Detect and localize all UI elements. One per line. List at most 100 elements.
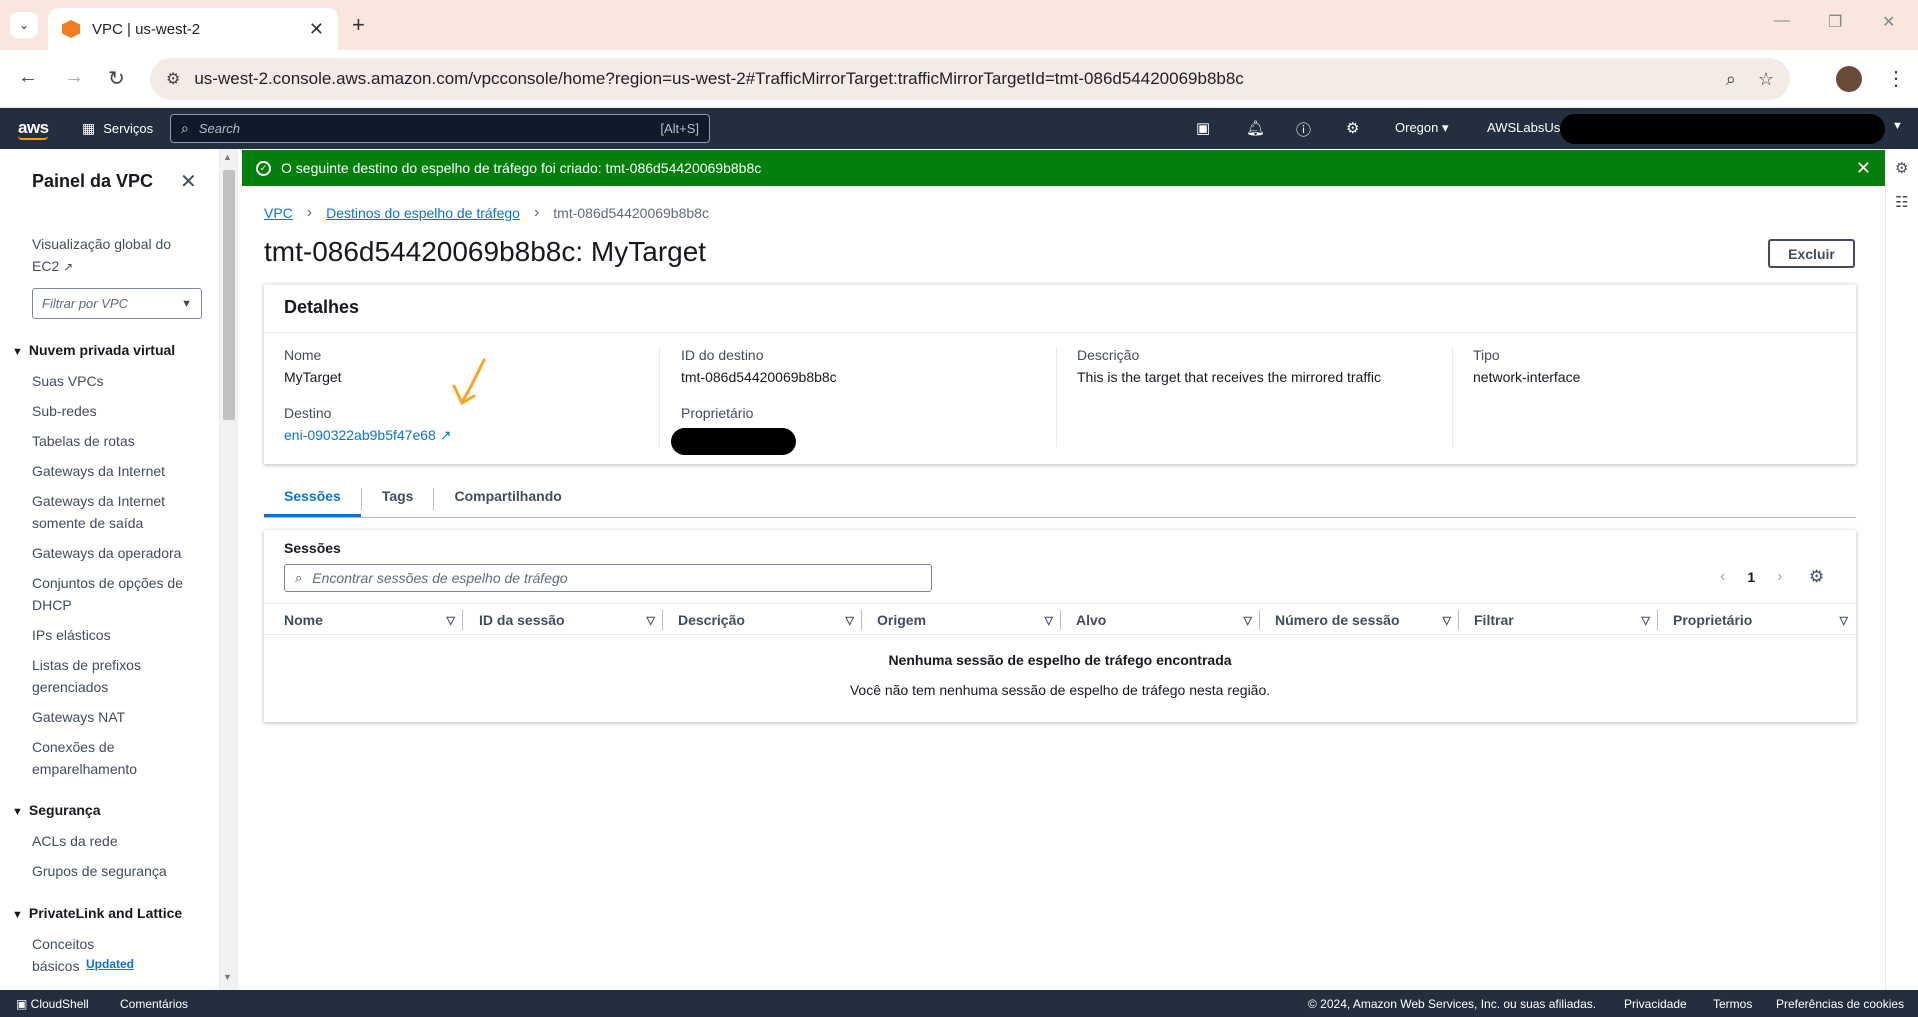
- section-security[interactable]: ▼ Segurança: [12, 802, 100, 818]
- site-info-icon[interactable]: ⚙: [166, 69, 180, 89]
- zoom-icon[interactable]: ⌕: [1726, 69, 1736, 90]
- destination-value: eni-090322ab9b5f47e68: [284, 427, 436, 443]
- sidebar-scroll-thumb[interactable]: [223, 170, 235, 420]
- privacy-link[interactable]: Privacidade: [1624, 997, 1687, 1011]
- next-page-icon[interactable]: ›: [1777, 568, 1782, 586]
- bell-icon[interactable]: 🔔︎: [1246, 119, 1265, 137]
- cloudshell-button[interactable]: ▣ CloudShell: [16, 997, 89, 1011]
- sidebar-item-vpcs[interactable]: Suas VPCs: [32, 370, 197, 392]
- scroll-up-icon[interactable]: ▲: [223, 152, 232, 162]
- feedback-icon[interactable]: ⚙: [1895, 159, 1908, 177]
- close-tab-icon[interactable]: ✕: [309, 19, 324, 40]
- column-divider: [1060, 610, 1061, 630]
- bookmark-star-icon[interactable]: ☆: [1758, 69, 1774, 90]
- close-window-icon[interactable]: ✕: [1882, 12, 1895, 32]
- caret-down-icon: ▼: [12, 909, 23, 921]
- sidebar-item-route-tables[interactable]: Tabelas de rotas: [32, 430, 197, 452]
- tutorial-icon[interactable]: ☷: [1895, 193, 1908, 211]
- column-header[interactable]: Filtrar ▽: [1474, 604, 1658, 636]
- copyright: © 2024, Amazon Web Services, Inc. ou sua…: [1308, 997, 1597, 1011]
- forward-icon[interactable]: →: [64, 66, 84, 89]
- details-header: Detalhes: [264, 285, 1856, 333]
- services-menu[interactable]: ▦ Serviços: [82, 120, 153, 137]
- sidebar-item-peering[interactable]: Conexões de emparelhamento: [32, 736, 197, 780]
- sidebar-item-nat-gateways[interactable]: Gateways NAT: [32, 706, 197, 728]
- dismiss-icon[interactable]: ✕: [1856, 158, 1871, 179]
- services-label: Serviços: [103, 121, 154, 136]
- tab-search-button[interactable]: ⌄: [10, 12, 38, 38]
- tab-sharing[interactable]: Compartilhando: [434, 480, 581, 517]
- browser-menu-icon[interactable]: ⋮: [1886, 66, 1906, 91]
- column-divider: [462, 610, 463, 630]
- sidebar-item-internet-gateways[interactable]: Gateways da Internet: [32, 460, 197, 482]
- column-header[interactable]: Alvo ▽: [1076, 604, 1260, 636]
- url-field[interactable]: ⚙ us-west-2.console.aws.amazon.com/vpcco…: [150, 58, 1790, 100]
- sidebar-item-carrier-gateways[interactable]: Gateways da operadora: [32, 542, 197, 564]
- target-id-value: tmt-086d54420069b8b8c: [681, 369, 837, 385]
- destination-link[interactable]: eni-090322ab9b5f47e68 ↗: [284, 427, 659, 444]
- empty-state-title: Nenhuma sessão de espelho de tráfego enc…: [888, 652, 1232, 668]
- table-settings-icon[interactable]: ⚙: [1809, 567, 1824, 587]
- column-header[interactable]: ID da sessão ▽: [479, 604, 663, 636]
- feedback-link[interactable]: Comentários: [120, 997, 188, 1011]
- restore-icon[interactable]: ❐: [1828, 12, 1842, 32]
- caret-down-icon: ▼: [181, 297, 192, 310]
- column-header[interactable]: Número de sessão ▽: [1275, 604, 1459, 636]
- minimize-icon[interactable]: —: [1774, 12, 1790, 30]
- new-tab-icon[interactable]: +: [352, 12, 365, 38]
- region-selector[interactable]: Oregon ▾: [1395, 120, 1449, 136]
- browser-tab[interactable]: VPC | us-west-2 ✕: [48, 8, 338, 50]
- cookie-preferences-link[interactable]: Preferências de cookies: [1776, 997, 1904, 1011]
- column-header[interactable]: Descrição ▽: [678, 604, 862, 636]
- gear-icon[interactable]: ⚙: [1346, 119, 1359, 137]
- sidebar-item-dhcp-options[interactable]: Conjuntos de opções de DHCP: [32, 572, 197, 616]
- scroll-down-icon[interactable]: ▼: [223, 972, 232, 982]
- prev-page-icon[interactable]: ‹: [1720, 568, 1725, 586]
- sidebar-item-prefix-lists[interactable]: Listas de prefixos gerenciados: [32, 654, 197, 698]
- section-vpc[interactable]: ▼ Nuvem privada virtual: [12, 342, 175, 358]
- column-divider: [1657, 610, 1658, 630]
- column-label: Proprietário: [1673, 612, 1753, 628]
- section-privatelink[interactable]: ▼ PrivateLink and Lattice: [12, 905, 182, 921]
- description-value: This is the target that receives the mir…: [1077, 369, 1381, 385]
- page-number[interactable]: 1: [1747, 569, 1755, 585]
- updated-badge: Updated: [86, 957, 134, 971]
- cloudshell-icon[interactable]: ▣: [1196, 119, 1210, 137]
- tab-tags[interactable]: Tags: [362, 480, 434, 517]
- sidebar-item-network-acls[interactable]: ACLs da rede: [32, 830, 197, 852]
- help-icon[interactable]: ⓘ: [1296, 119, 1311, 140]
- sidebar-item-egress-gateways[interactable]: Gateways da Internet somente de saída: [32, 490, 197, 534]
- close-icon[interactable]: ✕: [180, 169, 197, 194]
- sort-icon: ▽: [845, 614, 854, 627]
- delete-button[interactable]: Excluir: [1768, 239, 1855, 268]
- tab-sessions[interactable]: Sessões: [264, 480, 361, 517]
- section-label: Nuvem privada virtual: [28, 342, 176, 358]
- vpc-filter-select[interactable]: Filtrar por VPC ▼: [32, 288, 202, 319]
- column-label: Número de sessão: [1275, 612, 1400, 628]
- breadcrumb-mirror-targets[interactable]: Destinos do espelho de tráfego: [326, 205, 520, 221]
- column-label: Nome: [284, 612, 323, 628]
- profile-avatar[interactable]: [1836, 66, 1862, 92]
- column-header[interactable]: Nome ▽: [284, 604, 463, 636]
- column-header[interactable]: Origem ▽: [877, 604, 1061, 636]
- breadcrumb-vpc[interactable]: VPC: [264, 205, 293, 221]
- sidebar-item-elastic-ips[interactable]: IPs elásticos: [32, 624, 197, 646]
- vpc-favicon-icon: [62, 20, 80, 38]
- search-icon: ⌕: [181, 120, 189, 136]
- sidebar-item-security-groups[interactable]: Grupos de segurança: [32, 860, 197, 882]
- back-icon[interactable]: ←: [18, 66, 38, 89]
- reload-icon[interactable]: ↻: [108, 66, 125, 91]
- chevron-down-icon[interactable]: ▼: [1892, 120, 1903, 132]
- sidebar-item-subnets[interactable]: Sub-redes: [32, 400, 197, 422]
- terms-link[interactable]: Termos: [1713, 997, 1752, 1011]
- check-circle-icon: ✓: [256, 160, 271, 176]
- details-card: Detalhes Nome MyTarget Destino eni-09032…: [264, 284, 1856, 464]
- sidebar-item-global-view[interactable]: Visualização global do EC2 ↗: [32, 233, 197, 278]
- sessions-search-input[interactable]: ⌕ Encontrar sessões de espelho de tráfeg…: [284, 564, 932, 592]
- console-search[interactable]: ⌕ Search [Alt+S]: [170, 114, 710, 143]
- aws-logo[interactable]: aws: [18, 118, 49, 138]
- details-col-type: Tipo network-interface: [1473, 347, 1849, 447]
- page-title: tmt-086d54420069b8b8c: MyTarget: [264, 236, 707, 267]
- column-header[interactable]: Proprietário ▽: [1673, 604, 1856, 636]
- caret-down-icon: ▼: [12, 346, 23, 358]
